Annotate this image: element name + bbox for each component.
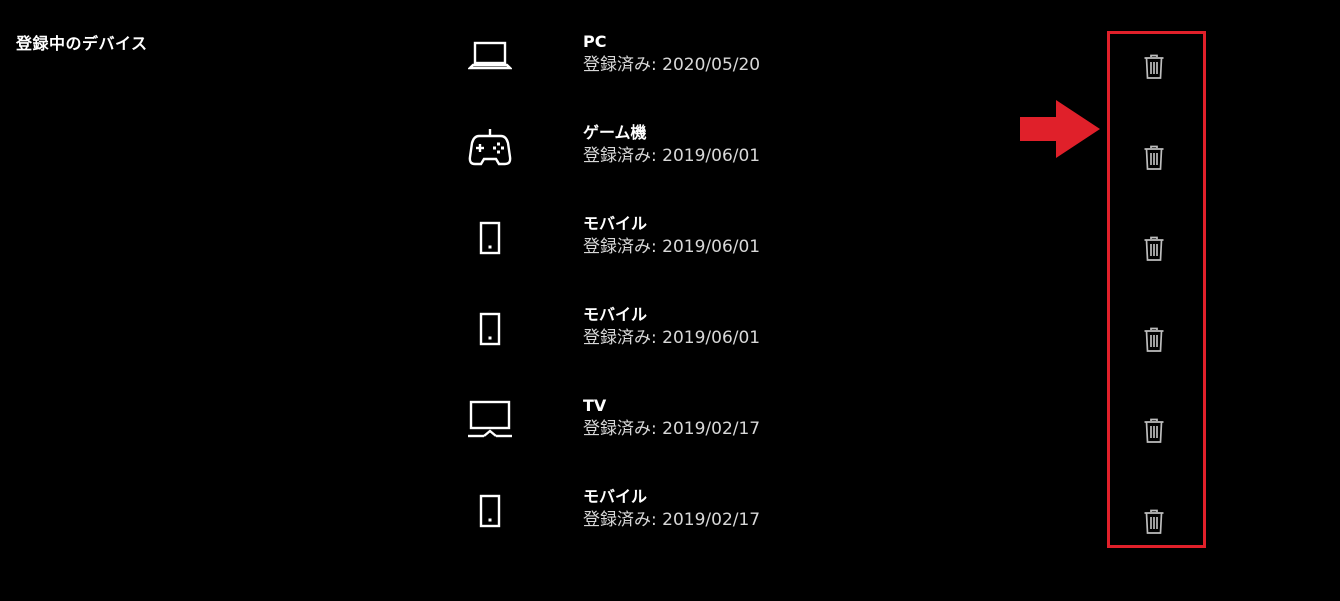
device-name: モバイル — [583, 214, 648, 233]
device-registered-date: 登録済み: 2019/06/01 — [583, 328, 761, 348]
device-info: モバイル 登録済み: 2019/06/01 — [583, 213, 760, 259]
mobile-icon — [462, 488, 518, 534]
device-info: ゲーム機 登録済み: 2019/06/01 — [583, 122, 760, 168]
device-name: PC — [583, 32, 607, 51]
device-info: TV 登録済み: 2019/02/17 — [583, 395, 760, 441]
device-registered-date: 登録済み: 2019/06/01 — [583, 146, 761, 166]
arrow-right-icon — [1020, 100, 1100, 158]
device-registered-date: 登録済み: 2020/05/20 — [583, 55, 761, 75]
device-info: モバイル 登録済み: 2019/06/01 — [583, 304, 760, 350]
gamepad-icon — [462, 124, 518, 170]
highlight-box — [1107, 31, 1206, 548]
device-info: モバイル 登録済み: 2019/02/17 — [583, 486, 760, 532]
mobile-icon — [462, 306, 518, 352]
device-name: モバイル — [583, 487, 648, 506]
tv-icon — [462, 397, 518, 443]
mobile-icon — [462, 215, 518, 261]
laptop-icon — [462, 33, 518, 79]
device-registered-date: 登録済み: 2019/02/17 — [583, 510, 761, 530]
device-name: モバイル — [583, 305, 648, 324]
device-registered-date: 登録済み: 2019/06/01 — [583, 237, 761, 257]
device-info: PC 登録済み: 2020/05/20 — [583, 31, 760, 77]
device-name: TV — [583, 396, 607, 415]
device-name: ゲーム機 — [583, 123, 647, 142]
device-registered-date: 登録済み: 2019/02/17 — [583, 419, 761, 439]
